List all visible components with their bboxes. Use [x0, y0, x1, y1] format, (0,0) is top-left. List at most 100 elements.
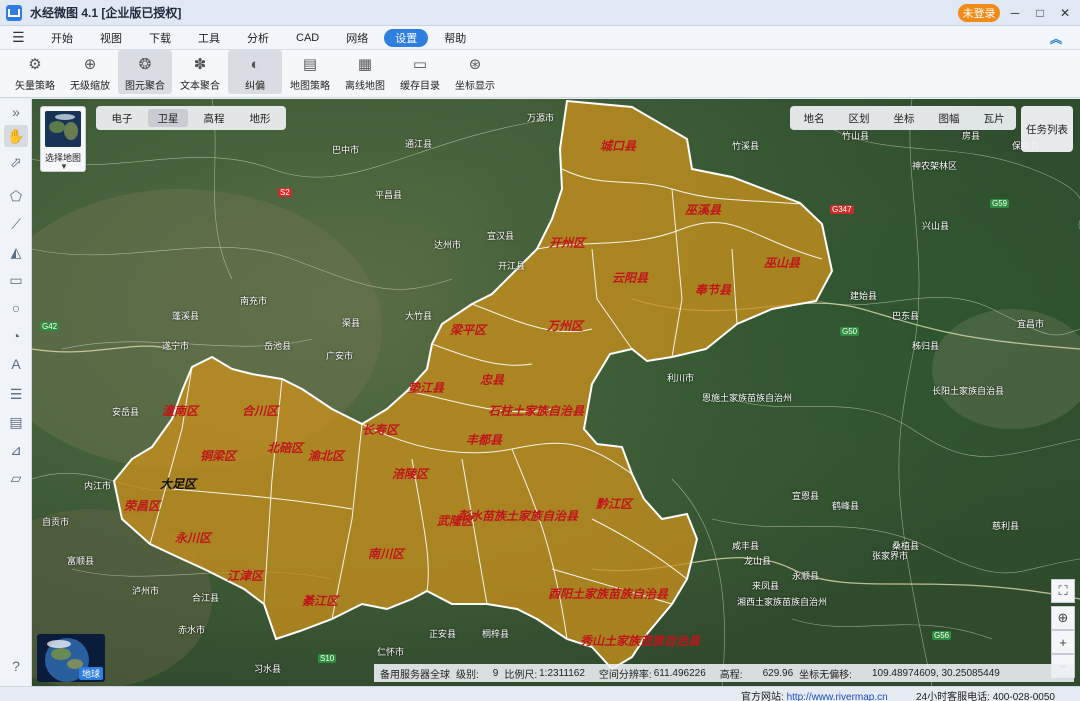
help-icon[interactable]: ? [4, 655, 28, 677]
map-label-city: 习水县 [254, 664, 282, 674]
vector-strategy-icon: ⚙ [28, 56, 42, 73]
support-phone: 24小时客服电话: 400-028-0050 [916, 692, 1055, 701]
district-label: 巫溪县 [685, 203, 722, 217]
correction-icon: ◐ [250, 55, 260, 73]
road-shield: G56 [932, 631, 952, 640]
minimize-icon[interactable]: ─ [1004, 3, 1026, 23]
map-label-city: 开江县 [498, 261, 526, 271]
select-arrow-icon[interactable]: ⬀ [4, 151, 28, 173]
tool-coordinate[interactable]: ⊛ 坐标显示 [448, 50, 502, 94]
layer-stack-icon[interactable]: ☰ [4, 383, 28, 405]
map-label-city: 富顺县 [67, 556, 95, 566]
toggle-divisions[interactable]: 区划 [839, 109, 879, 127]
eraser-icon[interactable]: ▱ [4, 467, 28, 489]
menu-tools[interactable]: 工具 [187, 29, 231, 47]
district-label: 涪陵区 [392, 467, 429, 481]
measure-icon[interactable]: ⊿ [4, 439, 28, 461]
map-label-city: 恩施土家族苗族自治州 [702, 393, 793, 403]
collapse-ribbon-icon[interactable]: ︽ [1050, 30, 1062, 47]
menu-settings[interactable]: 设置 [384, 28, 429, 47]
map-label-city: 长阳土家族自治县 [932, 386, 1005, 396]
menu-view[interactable]: 视图 [89, 29, 133, 47]
draw-sector-icon[interactable]: ◔ [4, 325, 28, 347]
map-label-city: 宜昌市 [1017, 319, 1045, 329]
map-label-city: 仁怀市 [377, 647, 405, 657]
task-list-button[interactable]: 任务列表 [1021, 106, 1073, 152]
map-label-city: 竹溪县 [732, 141, 760, 151]
district-label: 秀山土家族苗族自治县 [580, 634, 701, 648]
scale-value: 1:2311162 [539, 667, 585, 679]
district-label: 合川区 [242, 404, 279, 418]
draw-area-icon[interactable]: ◭ [4, 241, 28, 263]
map-label-city: 通江县 [405, 139, 433, 149]
tool-zoom[interactable]: ⊕ 无级缩放 [63, 50, 117, 94]
map-label-city: 龙山县 [744, 556, 772, 566]
app-logo-icon [6, 4, 22, 21]
menu-start[interactable]: 开始 [40, 29, 84, 47]
map-label-city: 南充市 [240, 296, 268, 306]
pan-hand-icon[interactable]: ✋ [4, 125, 28, 147]
menu-network[interactable]: 网络 [335, 29, 379, 47]
map-label-city: 张家界市 [872, 551, 909, 561]
district-label: 永川区 [175, 531, 212, 545]
map-view[interactable]: 万源市 巴中市 通江县 平昌县 达州市 宣汉县 开江县 大竹县 渠县 广安市 岳… [32, 99, 1080, 686]
toggle-map-sheets[interactable]: 图幅 [929, 109, 969, 127]
layer-manager-icon[interactable]: ▤ [4, 411, 28, 433]
tool-correction[interactable]: ◐ 纠偏 [228, 50, 282, 94]
map-label-city: 来凤县 [752, 581, 780, 591]
zoom-in-button[interactable]: + [1051, 630, 1075, 654]
draw-rectangle-icon[interactable]: ▭ [4, 269, 28, 291]
toggle-coordinates[interactable]: 坐标 [884, 109, 924, 127]
tab-terrain[interactable]: 地形 [240, 109, 280, 127]
map-label-city: 自贡市 [42, 517, 70, 527]
menu-help[interactable]: 帮助 [433, 29, 477, 47]
draw-polygon-icon[interactable]: ⬠ [4, 185, 28, 207]
coordinate-icon: ⊛ [468, 56, 482, 73]
text-cluster-icon: ✽ [193, 56, 207, 73]
menu-download[interactable]: 下载 [138, 29, 182, 47]
maximize-icon[interactable]: □ [1029, 3, 1051, 23]
locate-icon[interactable]: ⊕ [1051, 606, 1075, 630]
draw-circle-icon[interactable]: ○ [4, 297, 28, 319]
menu-cad[interactable]: CAD [285, 29, 330, 47]
district-label: 綦江区 [302, 594, 339, 608]
map-thumbnail [45, 111, 81, 147]
website-link[interactable]: http://www.rivermap.cn [787, 692, 888, 701]
toggle-place-names[interactable]: 地名 [794, 109, 834, 127]
district-label: 城口县 [600, 139, 637, 153]
district-label: 开州区 [549, 236, 586, 250]
map-label-city: 内江市 [84, 481, 112, 491]
hamburger-menu-icon[interactable]: ☰ [12, 29, 26, 46]
tab-elevation[interactable]: 高程 [194, 109, 234, 127]
fullscreen-icon[interactable]: ⛶ [1051, 579, 1075, 603]
toggle-tiles[interactable]: 瓦片 [974, 109, 1014, 127]
login-button[interactable]: 未登录 [958, 4, 1000, 22]
tool-vector-strategy[interactable]: ⚙ 矢量策略 [8, 50, 62, 94]
tab-electronic[interactable]: 电子 [102, 109, 142, 127]
district-label: 酉阳土家族苗族自治县 [548, 587, 669, 601]
select-map-button[interactable]: 选择地图 ▼ [40, 106, 86, 172]
district-label: 万州区 [547, 319, 584, 333]
district-label: 江津区 [227, 569, 264, 583]
tool-cache-folder[interactable]: ▭ 缓存目录 [393, 50, 447, 94]
website-info: 官方网站: http://www.rivermap.cn [741, 692, 888, 701]
draw-line-icon[interactable]: ⟋ [4, 213, 28, 235]
add-text-icon[interactable]: A [4, 353, 28, 375]
tab-satellite[interactable]: 卫星 [148, 109, 188, 127]
tool-offline-map[interactable]: ▦ 离线地图 [338, 50, 392, 94]
tool-text-cluster[interactable]: ✽ 文本聚合 [173, 50, 227, 94]
district-label: 长寿区 [362, 423, 399, 437]
map-label-city: 巴中市 [332, 145, 360, 155]
tool-cluster[interactable]: ❂ 图元聚合 [118, 50, 172, 94]
map-label-city: 咸丰县 [732, 541, 760, 551]
close-icon[interactable]: ✕ [1054, 3, 1076, 23]
map-label-city: 宣汉县 [487, 231, 515, 241]
map-label-city: 安岳县 [112, 407, 140, 417]
expand-panel-icon[interactable]: » [4, 101, 28, 123]
menu-analysis[interactable]: 分析 [236, 29, 280, 47]
road-shield: G42 [40, 322, 60, 331]
map-label-city: 万源市 [527, 113, 555, 123]
layer-tabs: 电子 卫星 高程 地形 [96, 106, 286, 130]
globe-view-button[interactable]: 地球 [37, 634, 105, 682]
tool-map-strategy[interactable]: ▤ 地图策略 [283, 50, 337, 94]
